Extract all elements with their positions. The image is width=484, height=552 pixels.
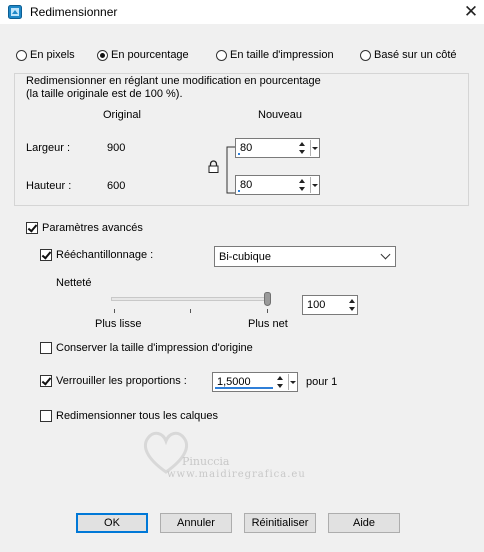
checkbox-icon xyxy=(40,410,52,422)
sharpness-slider-track[interactable] xyxy=(111,297,270,301)
resample-label: Rééchantillonnage : xyxy=(56,249,154,261)
help-button[interactable]: Aide xyxy=(328,513,400,533)
sharpness-label: Netteté xyxy=(56,277,92,289)
sharpness-value: 100 xyxy=(307,299,326,311)
radio-en-pixels[interactable]: En pixels xyxy=(16,49,75,61)
ratio-input[interactable]: 1,5000 xyxy=(212,372,298,392)
width-new-value: 80 xyxy=(240,142,253,154)
checkbox-checked-icon xyxy=(26,222,38,234)
window-title: Redimensionner xyxy=(30,5,118,19)
radio-label: Basé sur un côté xyxy=(374,49,457,61)
sharpness-max-label: Plus net xyxy=(248,318,288,330)
width-new-input[interactable]: 80 xyxy=(235,138,320,158)
keep-print-size-label: Conserver la taille d'impression d'origi… xyxy=(56,342,253,354)
radio-selected-icon xyxy=(97,49,108,61)
height-new-value: 80 xyxy=(240,179,253,191)
advanced-label: Paramètres avancés xyxy=(42,222,143,234)
width-label: Largeur : xyxy=(26,142,71,154)
height-original: 600 xyxy=(107,180,126,192)
watermark-url: www.maidiregrafica.eu xyxy=(167,469,306,480)
radio-label: En pixels xyxy=(30,49,75,61)
spin-arrows-icon[interactable] xyxy=(298,140,307,156)
chevron-down-icon[interactable] xyxy=(288,374,296,390)
width-original: 900 xyxy=(107,142,126,154)
spin-arrows-icon[interactable] xyxy=(276,374,285,390)
checkbox-checked-icon xyxy=(40,375,52,387)
checkbox-checked-icon xyxy=(40,249,52,261)
slider-tick xyxy=(267,309,268,313)
value-indicator xyxy=(215,387,273,389)
resample-method-value: Bi-cubique xyxy=(219,251,271,263)
column-new: Nouveau xyxy=(258,109,303,121)
radio-label: En taille d'impression xyxy=(230,49,334,61)
slider-tick xyxy=(190,309,191,313)
resample-method-select[interactable]: Bi-cubique xyxy=(214,246,396,267)
advanced-checkbox[interactable]: Paramètres avancés xyxy=(26,222,143,234)
cancel-button[interactable]: Annuler xyxy=(160,513,232,533)
chevron-down-icon xyxy=(380,249,391,260)
group-description: Redimensionner en réglant une modificati… xyxy=(26,75,321,87)
slider-tick xyxy=(114,309,115,313)
spin-arrows-icon[interactable] xyxy=(348,297,357,313)
sharpness-input[interactable]: 100 xyxy=(302,295,358,315)
lock-icon[interactable] xyxy=(208,160,219,173)
value-indicator xyxy=(238,153,240,155)
sharpness-min-label: Plus lisse xyxy=(95,318,142,330)
lock-ratio-checkbox[interactable]: Verrouiller les proportions : xyxy=(40,375,187,387)
radio-circle-icon xyxy=(16,49,27,61)
chevron-down-icon[interactable] xyxy=(310,177,318,193)
value-indicator xyxy=(238,190,240,192)
resample-checkbox[interactable]: Rééchantillonnage : xyxy=(40,249,153,261)
ratio-suffix: pour 1 xyxy=(306,376,338,388)
radio-circle-icon xyxy=(360,49,371,61)
radio-base-sur-un-cote[interactable]: Basé sur un côté xyxy=(360,49,457,61)
watermark-name: Pinuccia xyxy=(182,455,230,468)
radio-en-taille-impression[interactable]: En taille d'impression xyxy=(216,49,334,61)
sharpness-slider-thumb[interactable] xyxy=(264,292,271,306)
height-new-input[interactable]: 80 xyxy=(235,175,320,195)
column-original: Original xyxy=(103,109,141,121)
close-icon[interactable]: ✕ xyxy=(460,1,482,23)
radio-circle-icon xyxy=(216,49,227,61)
keep-print-size-checkbox[interactable]: Conserver la taille d'impression d'origi… xyxy=(40,342,253,354)
group-description-note: (la taille originale est de 100 %). xyxy=(26,88,183,100)
spin-arrows-icon[interactable] xyxy=(298,177,307,193)
ok-button[interactable]: OK xyxy=(76,513,148,533)
app-icon xyxy=(8,5,22,19)
chevron-down-icon[interactable] xyxy=(310,140,318,156)
radio-label: En pourcentage xyxy=(111,49,189,61)
reset-button[interactable]: Réinitialiser xyxy=(244,513,316,533)
checkbox-icon xyxy=(40,342,52,354)
height-label: Hauteur : xyxy=(26,180,72,192)
lock-ratio-label: Verrouiller les proportions : xyxy=(56,375,187,387)
radio-en-pourcentage[interactable]: En pourcentage xyxy=(97,49,189,61)
